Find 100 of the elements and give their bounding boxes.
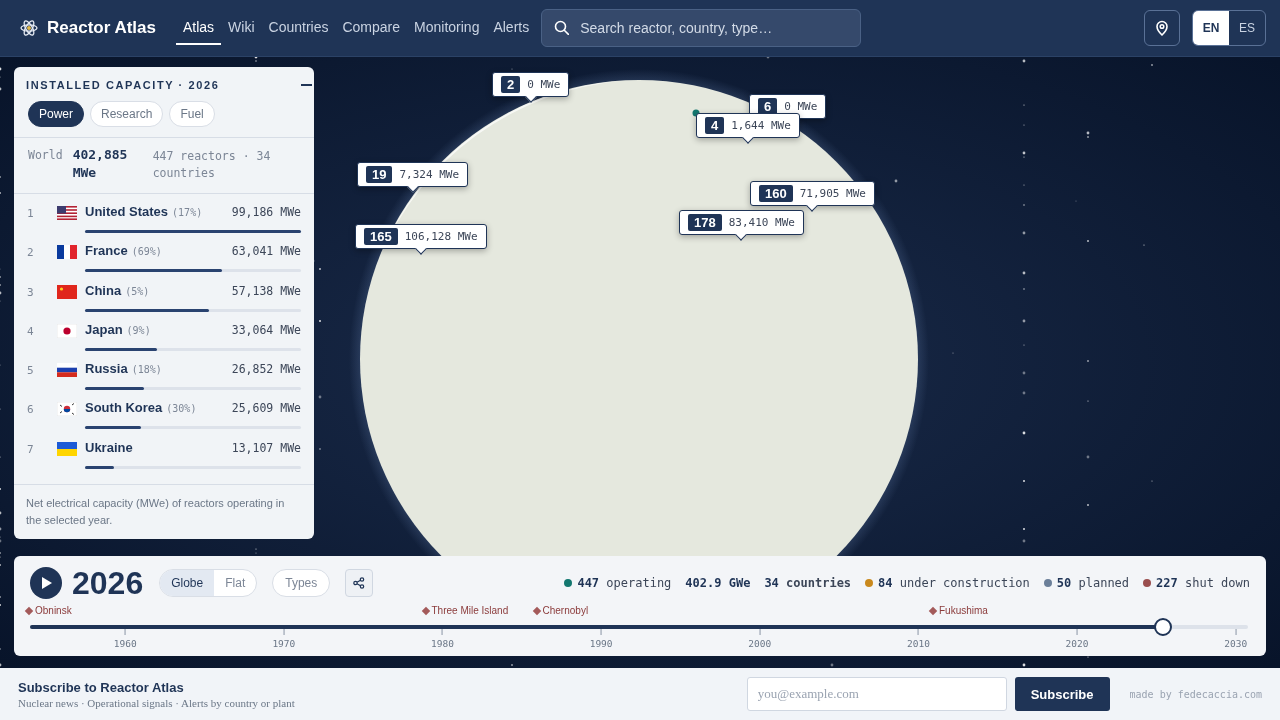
subscribe-topics: Nuclear news · Operational signals · Alerts by country or plant	[18, 696, 296, 709]
year-tick: 2030	[1224, 638, 1248, 649]
search-icon	[554, 20, 570, 35]
flag-icon	[57, 363, 77, 378]
subscribe-button[interactable]: Subscribe	[1014, 677, 1110, 711]
play-icon	[42, 577, 52, 589]
stat-text: 84 under construction	[878, 576, 1030, 590]
rank-number: 3	[27, 284, 35, 301]
country-name[interactable]: Russia (18%)	[85, 361, 232, 382]
share-text: (5%)	[125, 285, 150, 297]
country-name[interactable]: Japan (9%)	[85, 321, 232, 342]
world-label: World	[28, 148, 63, 164]
timeline-slider[interactable]	[30, 619, 1248, 635]
event-marker-icon[interactable]	[24, 606, 34, 616]
country-name[interactable]: China (5%)	[85, 282, 232, 303]
share-text: (69%)	[131, 246, 162, 258]
country-name[interactable]: France (69%)	[85, 243, 232, 264]
flag-icon	[57, 402, 77, 417]
capacity-value: 26,852 MWe	[231, 361, 301, 379]
event-label: Fukushima	[939, 605, 988, 617]
year-tick: 1970	[272, 638, 296, 649]
flag-icon	[57, 323, 77, 338]
filter-chip[interactable]: Power	[28, 101, 84, 127]
map-pin-icon	[1154, 19, 1170, 37]
slider-thumb[interactable]	[1153, 618, 1172, 636]
event-marker-icon[interactable]	[928, 606, 938, 616]
reactor-count: 178	[688, 214, 722, 231]
world-summary: 447 reactors · 34 countries	[152, 148, 272, 182]
language-toggle[interactable]: EN	[1193, 11, 1229, 45]
rank-number: 1	[27, 206, 35, 222]
rank-number: 4	[27, 323, 35, 340]
capacity-label: 71,905 MWe	[799, 187, 866, 200]
event-marker-icon[interactable]	[421, 606, 430, 616]
flag-icon	[57, 284, 77, 299]
share-button[interactable]	[345, 569, 374, 597]
nav-tab[interactable]: Monitoring	[407, 11, 487, 45]
subscribe-title: Subscribe to Reactor Atlas	[18, 679, 185, 695]
reactor-count: 160	[759, 185, 793, 202]
nav-tab[interactable]: Countries	[261, 11, 336, 45]
capacity-value: 57,138 MWe	[231, 282, 301, 300]
nav-tab[interactable]: Wiki	[221, 11, 262, 45]
event-label: Obninsk	[35, 605, 72, 617]
rank-number: 2	[27, 245, 35, 262]
flag-icon	[57, 245, 77, 260]
reactor-count: 4	[705, 117, 725, 134]
email-field[interactable]: you@example.com	[746, 677, 1007, 711]
panel-title: INSTALLED CAPACITY · 2026	[26, 79, 220, 91]
capacity-value: 33,064 MWe	[231, 321, 301, 339]
capacity-label: 106,128 MWe	[404, 230, 478, 243]
reactor-dot-icon[interactable]	[692, 109, 700, 117]
stat-text: 227 shut down	[1156, 576, 1250, 590]
year-tick: 2010	[907, 638, 930, 649]
minus-icon	[301, 84, 312, 86]
year-tick: 1980	[431, 638, 454, 649]
stat-text: 402.9 GWe	[685, 576, 751, 590]
country-name[interactable]: United States (17%)	[85, 204, 232, 224]
panel-note: Net electrical capacity (MWe) of reactors operating in the selected year.	[14, 484, 314, 539]
year-display: 2026	[72, 566, 144, 600]
reactor-count: 165	[364, 228, 398, 245]
types-button[interactable]: Types	[272, 569, 331, 597]
year-tick: 1960	[113, 638, 137, 649]
capacity-value: 25,609 MWe	[231, 400, 301, 418]
event-label: Chernobyl	[542, 605, 589, 617]
nav-tab[interactable]: Atlas	[175, 11, 222, 45]
capacity-label: 7,324 MWe	[399, 168, 460, 181]
world-capacity: 402,885 MWe	[72, 146, 129, 182]
year-tick: 2000	[748, 638, 772, 649]
country-name[interactable]: South Korea (30%)	[85, 400, 232, 421]
reactor-count: 2	[501, 76, 521, 93]
atom-icon	[20, 19, 38, 37]
share-text: (18%)	[131, 364, 162, 376]
stat-text: 34 countries	[764, 576, 852, 590]
filter-chip[interactable]: Research	[90, 101, 164, 127]
share-text: (17%)	[172, 207, 203, 218]
flag-icon	[57, 441, 77, 456]
stat-text: 447 operating	[577, 576, 672, 590]
capacity-label: 83,410 MWe	[728, 216, 795, 229]
language-toggle[interactable]: ES	[1229, 11, 1265, 45]
search-field[interactable]: Search reactor, country, type…	[541, 9, 862, 47]
location-button[interactable]	[1144, 10, 1180, 46]
rank-number: 7	[27, 441, 35, 458]
filter-chip[interactable]: Fuel	[169, 101, 215, 127]
nav-tab[interactable]: Alerts	[486, 11, 537, 45]
capacity-value: 13,107 MWe	[231, 439, 301, 457]
capacity-label: 0 MWe	[784, 100, 818, 113]
share-icon	[353, 577, 366, 589]
view-toggle[interactable]: Flat	[214, 570, 257, 596]
event-marker-icon[interactable]	[532, 606, 541, 616]
play-button[interactable]	[30, 567, 62, 599]
capacity-label: 0 MWe	[527, 78, 561, 91]
year-tick: 2020	[1065, 638, 1089, 649]
share-text: (30%)	[166, 403, 197, 415]
reactor-count: 19	[366, 166, 393, 183]
capacity-value: 99,186 MWe	[231, 204, 301, 221]
view-toggle[interactable]: Globe	[160, 570, 215, 596]
capacity-label: 1,644 MWe	[731, 119, 791, 132]
country-name[interactable]: Ukraine	[85, 439, 232, 460]
event-label: Three Mile Island	[431, 605, 509, 617]
nav-tab[interactable]: Compare	[335, 11, 408, 45]
share-text: (9%)	[126, 324, 151, 336]
